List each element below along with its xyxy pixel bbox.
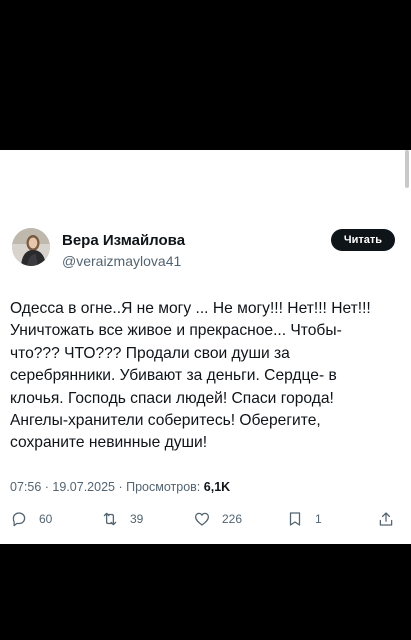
tweet-time[interactable]: 07:56: [10, 480, 41, 494]
avatar[interactable]: [12, 228, 50, 266]
tweet-text: Одесса в огне..Я не могу ... Не могу!!! …: [10, 298, 405, 455]
views-count: 6,1K: [203, 480, 231, 494]
meta-separator: ·: [44, 480, 49, 494]
retweet-count: 39: [130, 512, 144, 526]
scrollbar[interactable]: [405, 150, 409, 188]
retweet-arrows-icon: [103, 512, 117, 526]
heart-icon: [194, 512, 210, 526]
tweet-text-line: Уничтожать все живое и прекрасное... Что…: [10, 322, 342, 340]
tweet-meta: 07:56 · 19.07.2025 · Просмотров: 6,1K: [10, 480, 230, 494]
tweet-text-line: Ангелы-хранители соберитесь! Оберегите,: [10, 412, 321, 430]
bookmark-count: 1: [315, 512, 322, 526]
bookmark-button[interactable]: 1: [286, 507, 322, 531]
tweet-text-line: серебрянники. Убивают за деньги. Сердце-…: [10, 367, 337, 385]
meta-separator: ·: [118, 480, 123, 494]
tweet-text-line: клочья. Господь спаси людей! Спаси город…: [10, 389, 334, 407]
tweet-date[interactable]: 19.07.2025: [52, 480, 115, 494]
tweet-text-line: что??? ЧТО??? Продали свои души за: [10, 344, 290, 362]
share-button[interactable]: [377, 507, 406, 531]
read-button[interactable]: Читать: [331, 229, 395, 251]
views-label: Просмотров:: [126, 480, 201, 494]
retweet-button[interactable]: 39: [101, 507, 143, 531]
bookmark-icon: [289, 512, 301, 526]
like-button[interactable]: 226: [193, 507, 242, 531]
tweet-text-line: сохраните невинные души!: [10, 434, 208, 452]
reply-count: 60: [39, 512, 53, 526]
avatar-photo: [12, 228, 50, 266]
author-handle[interactable]: @veraizmaylova41: [62, 253, 181, 269]
share-upload-icon: [379, 512, 393, 526]
reply-button[interactable]: 60: [10, 507, 52, 531]
like-count: 226: [222, 512, 243, 526]
tweet-text-line: Одесса в огне..Я не могу ... Не могу!!! …: [10, 300, 371, 317]
comment-bubble-icon: [12, 512, 26, 527]
author-name[interactable]: Вера Измайлова: [62, 232, 185, 249]
